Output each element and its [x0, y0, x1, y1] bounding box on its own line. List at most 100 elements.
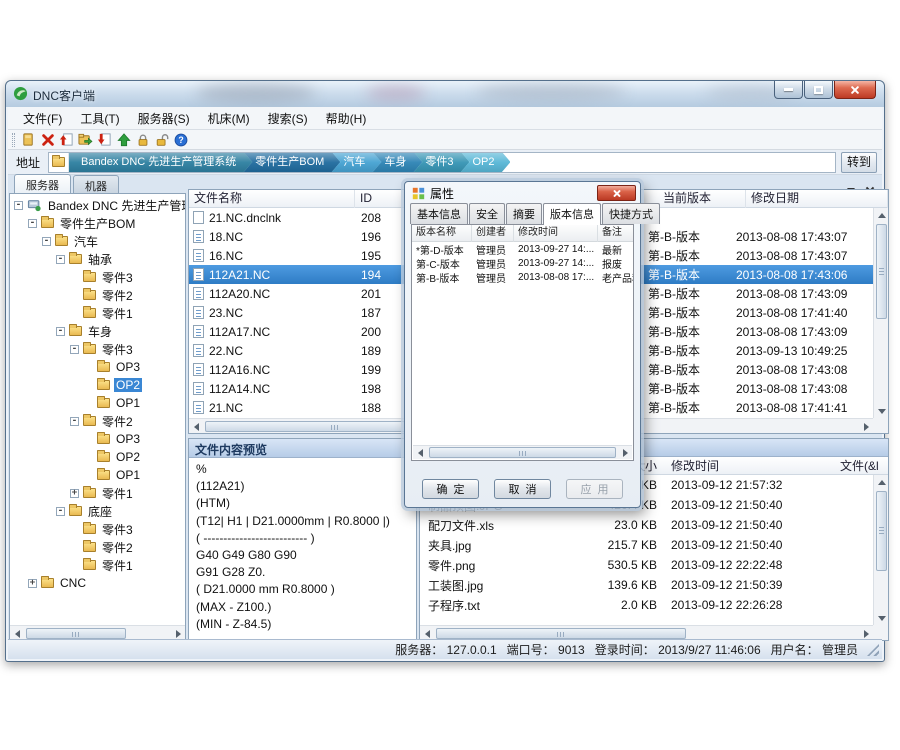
tree-item[interactable]: -汽车: [10, 232, 185, 250]
cancel-button[interactable]: 取消: [494, 479, 551, 499]
scroll-up-icon[interactable]: [874, 475, 889, 490]
expander-minus-icon[interactable]: -: [56, 327, 65, 336]
dialog-tab-basic-info[interactable]: 基本信息: [410, 203, 468, 224]
attachment-row[interactable]: 零件.png530.5 KB2013-09-12 22:22:48: [420, 555, 873, 575]
tab-server[interactable]: 服务器: [14, 174, 71, 195]
version-row[interactable]: *第-D-版本管理员2013-09-27 14:...最新: [412, 242, 633, 256]
unlock-button[interactable]: [152, 131, 171, 149]
attachment-row[interactable]: 配刀文件.xls23.0 KB2013-09-12 21:50:40: [420, 515, 873, 535]
tree-item[interactable]: 零件2: [10, 538, 185, 556]
attachment-row[interactable]: 工装图.jpg139.6 KB2013-09-12 21:50:39: [420, 575, 873, 595]
scroll-thumb[interactable]: [26, 628, 126, 639]
scroll-down-icon[interactable]: [874, 403, 889, 418]
tree-item[interactable]: -底座: [10, 502, 185, 520]
tree-item-root[interactable]: -Bandex DNC 先进生产管理系统: [10, 196, 185, 214]
expander-plus-icon[interactable]: +: [70, 489, 79, 498]
tree-item[interactable]: OP3: [10, 358, 185, 376]
scroll-thumb[interactable]: [429, 447, 616, 458]
column-modified-date[interactable]: 修改日期: [746, 190, 888, 208]
breadcrumb-root[interactable]: Bandex DNC 先进生产管理系统: [69, 152, 252, 173]
menu-machine[interactable]: 机床(M): [199, 107, 259, 130]
menu-file[interactable]: 文件(F): [14, 107, 71, 130]
tree-item-selected[interactable]: OP2: [10, 376, 185, 394]
delete-button[interactable]: [38, 131, 57, 149]
close-button[interactable]: [834, 81, 876, 99]
expander-minus-icon[interactable]: -: [42, 237, 51, 246]
dialog-title-bar[interactable]: 属性: [405, 182, 640, 204]
maximize-button[interactable]: [804, 81, 833, 99]
dialog-tab-summary[interactable]: 摘要: [506, 203, 542, 224]
scroll-thumb[interactable]: [876, 224, 887, 319]
menu-server[interactable]: 服务器(S): [129, 107, 199, 130]
breadcrumb-bom[interactable]: 零件生产BOM: [243, 152, 340, 173]
help-button[interactable]: ?: [171, 131, 190, 149]
checkout-file-button[interactable]: [95, 131, 114, 149]
checkin-file-button[interactable]: [57, 131, 76, 149]
scroll-right-icon[interactable]: [617, 445, 632, 460]
file-list-vertical-scrollbar[interactable]: [873, 208, 888, 418]
column-current-version[interactable]: 当前版本: [658, 190, 746, 208]
version-row[interactable]: 第-C-版本管理员2013-09-27 14:...报废: [412, 256, 633, 270]
dialog-close-button[interactable]: [597, 185, 636, 201]
dialog-tab-security[interactable]: 安全: [469, 203, 505, 224]
title-bar[interactable]: DNC客户端: [6, 81, 884, 107]
attachments-horizontal-scrollbar[interactable]: [420, 625, 873, 640]
lock-button[interactable]: [133, 131, 152, 149]
scroll-down-icon[interactable]: [874, 610, 889, 625]
dialog-horizontal-scrollbar[interactable]: [413, 445, 632, 459]
menu-tools[interactable]: 工具(T): [71, 107, 128, 130]
resize-grip[interactable]: [867, 644, 879, 656]
tree-item[interactable]: 零件1: [10, 304, 185, 322]
column-file-name[interactable]: 文件名称: [189, 190, 355, 208]
dialog-tab-version-info[interactable]: 版本信息: [543, 203, 601, 225]
scroll-thumb[interactable]: [876, 491, 887, 571]
tree-item[interactable]: 零件1: [10, 556, 185, 574]
go-button[interactable]: 转到: [841, 152, 877, 173]
version-row[interactable]: 第-B-版本管理员2013-08-08 17:...老产品程序: [412, 270, 633, 284]
expander-minus-icon[interactable]: -: [70, 345, 79, 354]
tree-item[interactable]: OP3: [10, 430, 185, 448]
menu-search[interactable]: 搜索(S): [259, 107, 317, 130]
menu-help[interactable]: 帮助(H): [317, 107, 376, 130]
column-id[interactable]: ID: [355, 190, 409, 208]
column-creator[interactable]: 创建者: [472, 225, 514, 242]
scroll-left-icon[interactable]: [413, 445, 428, 460]
tree-item[interactable]: 零件3: [10, 268, 185, 286]
tree-item[interactable]: -零件3: [10, 340, 185, 358]
dialog-tab-shortcut[interactable]: 快捷方式: [602, 203, 660, 224]
column-note[interactable]: 备注: [598, 225, 633, 242]
scroll-up-icon[interactable]: [874, 208, 889, 223]
new-folder-button[interactable]: [19, 131, 38, 149]
column-version-name[interactable]: 版本名称: [412, 225, 472, 242]
column-modified-time[interactable]: 修改时间: [514, 225, 598, 242]
tree-horizontal-scrollbar[interactable]: [10, 625, 185, 640]
tree-item[interactable]: OP2: [10, 448, 185, 466]
tree-item[interactable]: OP1: [10, 466, 185, 484]
tree-item[interactable]: -零件生产BOM: [10, 214, 185, 232]
attachment-row[interactable]: 子程序.txt2.0 KB2013-09-12 22:26:28: [420, 595, 873, 615]
scroll-right-icon[interactable]: [858, 419, 873, 434]
scroll-left-icon[interactable]: [189, 419, 204, 434]
tree-item[interactable]: 零件2: [10, 286, 185, 304]
column-modified-time[interactable]: 修改时间: [657, 457, 832, 474]
attachment-row[interactable]: 夹具.jpg215.7 KB2013-09-12 21:50:40: [420, 535, 873, 555]
tree-item[interactable]: -车身: [10, 322, 185, 340]
expander-minus-icon[interactable]: -: [28, 219, 37, 228]
attachments-vertical-scrollbar[interactable]: [873, 475, 888, 625]
column-file[interactable]: 文件(&l: [832, 457, 888, 474]
expander-minus-icon[interactable]: -: [70, 417, 79, 426]
tree-item[interactable]: +CNC: [10, 574, 185, 592]
tree-item[interactable]: OP1: [10, 394, 185, 412]
tree-item[interactable]: -轴承: [10, 250, 185, 268]
address-field[interactable]: Bandex DNC 先进生产管理系统 零件生产BOM 汽车 车身 零件3 OP…: [48, 152, 836, 173]
tab-machine[interactable]: 机器: [73, 175, 119, 195]
expander-plus-icon[interactable]: +: [28, 579, 37, 588]
expander-minus-icon[interactable]: -: [56, 255, 65, 264]
tree-item[interactable]: +零件1: [10, 484, 185, 502]
expander-minus-icon[interactable]: -: [14, 201, 23, 210]
toolbar-grip[interactable]: [12, 133, 15, 147]
ok-button[interactable]: 确定: [422, 479, 479, 499]
minimize-button[interactable]: [774, 81, 803, 99]
scroll-thumb[interactable]: [436, 628, 686, 639]
tree-item[interactable]: -零件2: [10, 412, 185, 430]
